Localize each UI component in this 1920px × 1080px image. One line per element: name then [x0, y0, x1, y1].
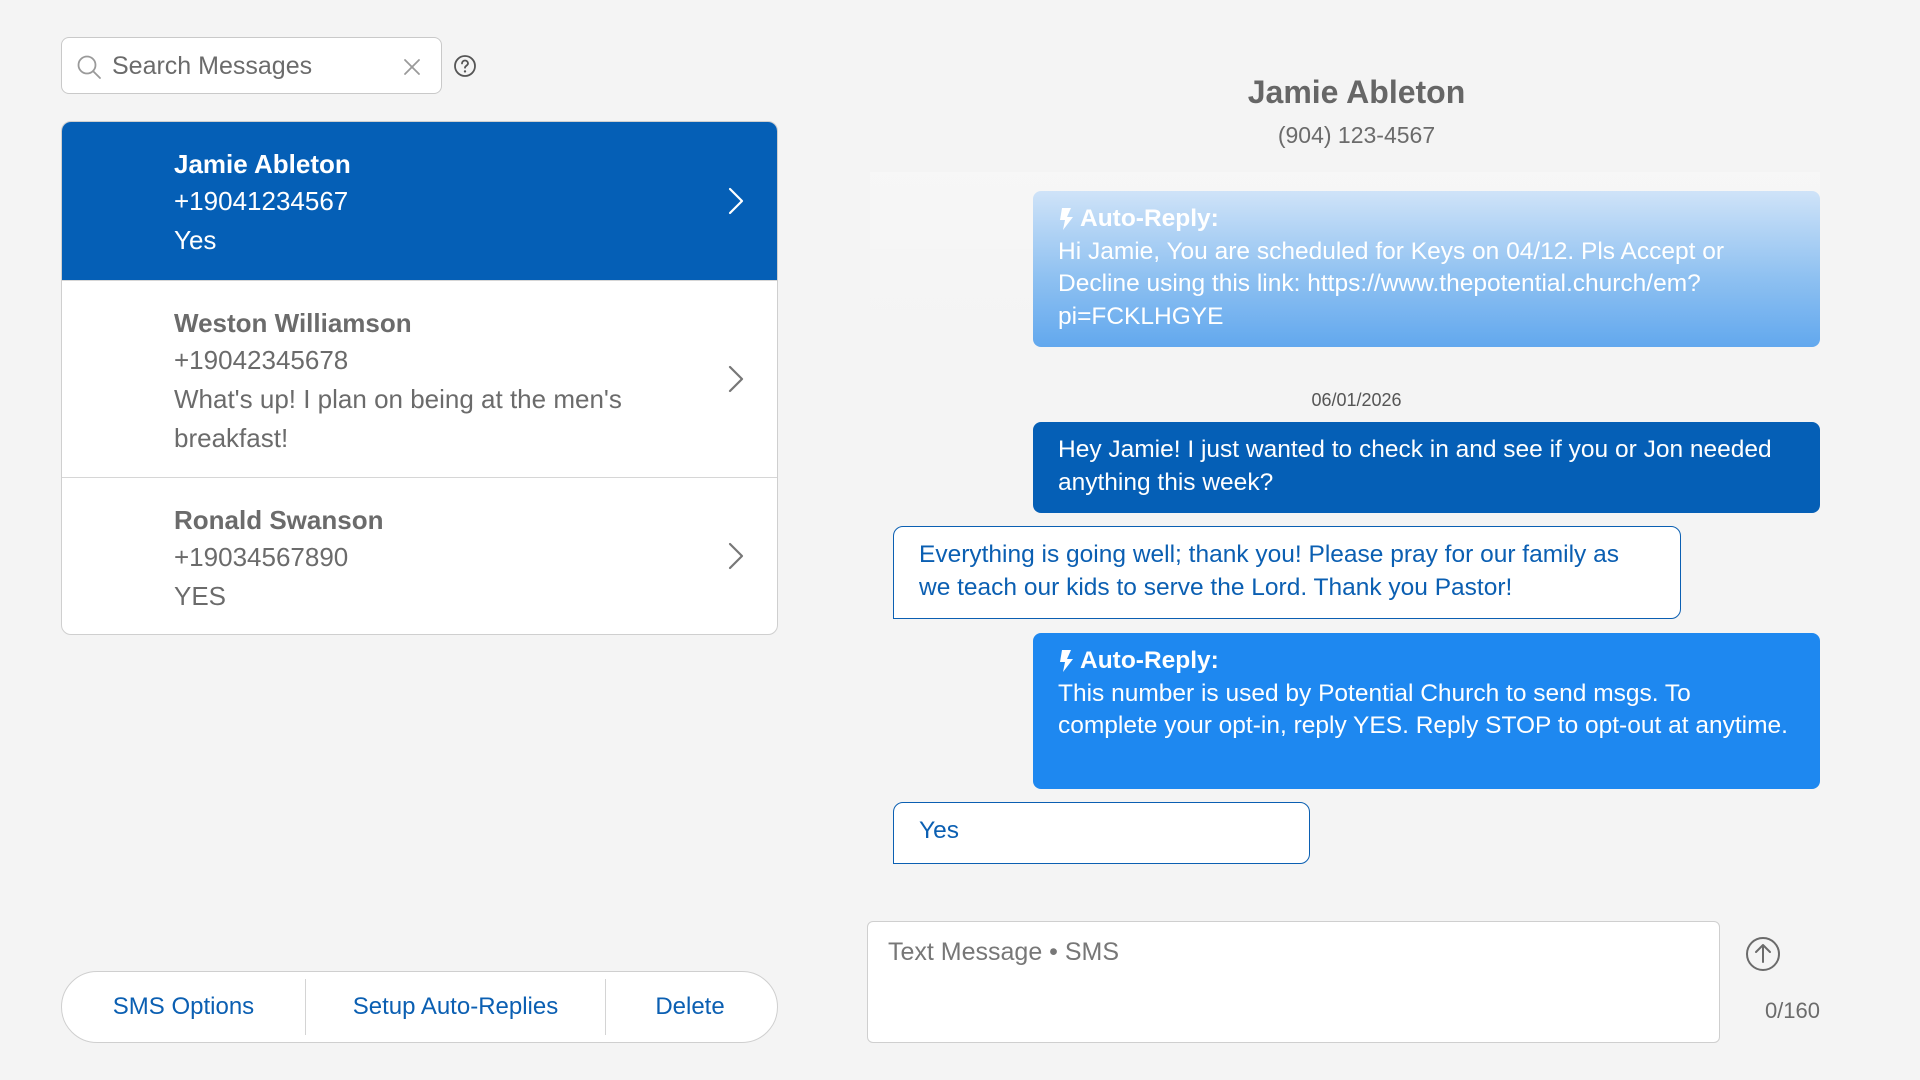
- bolt-icon: [1060, 208, 1073, 231]
- message-text: This number is used by Potential Church …: [1058, 679, 1788, 740]
- conversation-name: Ronald Swanson: [174, 505, 384, 535]
- char-count: 0/160: [1764, 998, 1820, 1023]
- message-bubble-outgoing: Auto-Reply: This number is used by Poten…: [1033, 633, 1820, 789]
- search-input[interactable]: [112, 46, 392, 86]
- clear-icon[interactable]: [400, 55, 424, 79]
- conversation-phone: +19042345678: [174, 345, 349, 375]
- auto-reply-label-text: Auto-Reply:: [1080, 205, 1219, 232]
- conversation-list: Jamie Ableton +19041234567 Yes Weston Wi…: [61, 121, 778, 635]
- message-text: Hi Jamie, You are scheduled for Keys on …: [1058, 237, 1724, 330]
- conversation-preview: YES: [174, 581, 227, 611]
- chevron-right-icon: [728, 187, 744, 215]
- message-input[interactable]: [868, 922, 1719, 1042]
- conversation-text: Ronald Swanson +19034567890 YES: [174, 502, 654, 616]
- send-icon[interactable]: [1745, 936, 1781, 972]
- message-bubble-incoming: Everything is going well; thank you! Ple…: [893, 526, 1681, 619]
- setup-auto-replies-button[interactable]: Setup Auto-Replies: [306, 979, 606, 1035]
- message-text: Yes: [919, 817, 959, 844]
- bolt-icon: [1060, 650, 1073, 673]
- delete-button[interactable]: Delete: [606, 979, 774, 1035]
- message-bubble-outgoing: Auto-Reply: Hi Jamie, You are scheduled …: [1033, 191, 1820, 347]
- help-icon[interactable]: [453, 54, 477, 78]
- date-stamp: 06/01/2026: [1311, 390, 1402, 410]
- auto-reply-label-text: Auto-Reply:: [1080, 647, 1219, 674]
- message-bubble-incoming: Yes: [893, 802, 1310, 864]
- conversation-text: Jamie Ableton +19041234567 Yes: [174, 146, 654, 260]
- message-bubble-outgoing: Hey Jamie! I just wanted to check in and…: [1033, 422, 1820, 513]
- contact-phone: (904) 123-4567: [1277, 122, 1436, 148]
- search-box[interactable]: [61, 37, 442, 94]
- conversation-phone: +19041234567: [174, 186, 349, 216]
- sms-options-button[interactable]: SMS Options: [62, 979, 306, 1035]
- message-composer: [867, 921, 1720, 1043]
- conversation-preview: Yes: [174, 225, 217, 255]
- conversation-name: Weston Williamson: [174, 308, 412, 338]
- chevron-right-icon: [728, 365, 744, 393]
- action-bar: SMS Options Setup Auto-Replies Delete: [61, 971, 778, 1043]
- auto-reply-label: Auto-Reply:: [1058, 203, 1795, 236]
- conversation-preview: What's up! I plan on being at the men's …: [174, 384, 622, 453]
- conversation-item[interactable]: Ronald Swanson +19034567890 YES: [62, 478, 777, 634]
- message-text: Hey Jamie! I just wanted to check in and…: [1058, 436, 1772, 496]
- message-text: Everything is going well; thank you! Ple…: [919, 541, 1619, 601]
- conversation-phone: +19034567890: [174, 542, 349, 572]
- conversation-item[interactable]: Jamie Ableton +19041234567 Yes: [62, 122, 777, 281]
- chevron-right-icon: [728, 542, 744, 570]
- conversation-name: Jamie Ableton: [174, 149, 351, 179]
- conversation-text: Weston Williamson +19042345678 What's up…: [174, 305, 654, 458]
- conversation-item[interactable]: Weston Williamson +19042345678 What's up…: [62, 281, 777, 478]
- search-icon: [77, 55, 101, 79]
- auto-reply-label: Auto-Reply:: [1058, 645, 1795, 678]
- contact-name: Jamie Ableton: [1247, 74, 1466, 110]
